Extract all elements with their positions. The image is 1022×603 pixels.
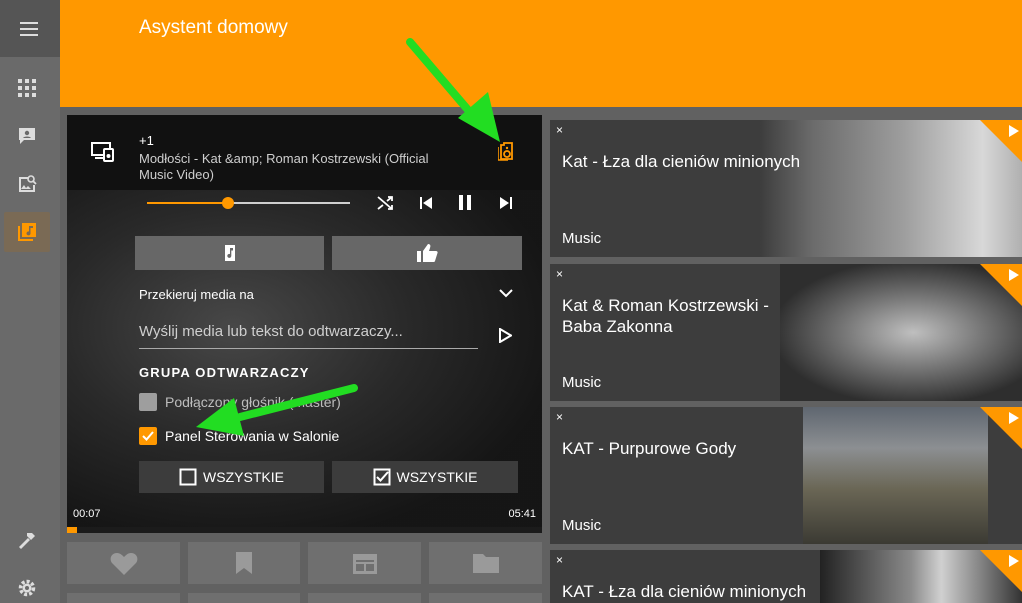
- media-tile-title: KAT - Łza dla cieniów minionych: [562, 582, 807, 601]
- media-player-card: +1 Modłości - Kat &amp; Roman Kostrzewsk…: [67, 115, 542, 533]
- select-all-button[interactable]: WSZYSTKIE: [332, 461, 518, 493]
- chevron-down-icon[interactable]: [499, 289, 513, 299]
- shuffle-icon[interactable]: [377, 195, 393, 211]
- apps-icon: [18, 79, 36, 97]
- sidebar-item-settings[interactable]: [4, 568, 50, 603]
- chat-icon: [19, 128, 35, 144]
- image-search-icon: [19, 175, 37, 192]
- group-checkbox-master[interactable]: [139, 393, 157, 411]
- bookmark-icon: [236, 552, 252, 574]
- page-title: Asystent domowy: [139, 17, 288, 38]
- media-tile[interactable]: × Kat & Roman Kostrzewski - Baba Zakonna…: [550, 264, 1022, 401]
- send-media-placeholder: Wyślij media lub tekst do odtwarzaczy...: [139, 323, 403, 340]
- sidebar-item-media-player[interactable]: [4, 212, 50, 252]
- checkmark-icon: [142, 431, 154, 441]
- app-header: Asystent domowy: [60, 0, 1022, 107]
- play-icon[interactable]: [1009, 269, 1019, 281]
- hammer-icon: [19, 533, 35, 549]
- deselect-all-label: WSZYSTKIE: [203, 469, 284, 485]
- volume-slider[interactable]: [147, 197, 350, 209]
- sidebar: [0, 0, 60, 603]
- media-tile-title: KAT - Purpurowe Gody: [562, 439, 737, 458]
- sidebar-item-chat[interactable]: [4, 116, 50, 156]
- menu-icon: [20, 21, 38, 36]
- thumbs-up-icon: [417, 244, 438, 262]
- sidebar-item-media-browser[interactable]: [4, 164, 50, 204]
- bookmarks-button[interactable]: [188, 542, 300, 584]
- music-library-icon: [18, 223, 36, 241]
- sidebar-menu-button[interactable]: [0, 0, 60, 57]
- group-item-label-salon: Panel Sterowania w Salonie: [165, 428, 340, 444]
- heart-icon: [110, 552, 137, 575]
- playback-progress-bar[interactable]: [67, 527, 542, 533]
- next-track-icon[interactable]: [499, 196, 513, 210]
- thumbs-up-button[interactable]: [332, 236, 522, 270]
- music-note-button[interactable]: [135, 236, 324, 270]
- group-checkbox-salon[interactable]: [139, 427, 157, 445]
- bottom-row-button-2[interactable]: [188, 593, 300, 603]
- group-item-label-master: Podłączony głośnik (master): [165, 394, 341, 410]
- send-icon[interactable]: [499, 328, 512, 343]
- sidebar-item-overview[interactable]: [4, 68, 50, 108]
- media-tile[interactable]: × KAT - Łza dla cieniów minionych: [550, 550, 1022, 603]
- speaker-group-icon[interactable]: [498, 142, 514, 161]
- media-tile[interactable]: × Kat - Łza dla cieniów minionych Music: [550, 120, 1022, 257]
- media-tile[interactable]: × KAT - Purpurowe Gody Music: [550, 407, 1022, 544]
- previous-track-icon[interactable]: [419, 196, 433, 210]
- folder-icon: [472, 554, 499, 573]
- remove-tile-button[interactable]: ×: [556, 410, 563, 424]
- time-elapsed: 00:07: [73, 508, 101, 520]
- media-tile-category: Music: [562, 374, 602, 391]
- bottom-row-button-4[interactable]: [429, 593, 542, 603]
- calendar-icon: [352, 554, 377, 574]
- favorites-button[interactable]: [67, 542, 180, 584]
- checkbox-blank-icon: [179, 468, 197, 486]
- queue-count: +1: [139, 133, 154, 148]
- select-all-label: WSZYSTKIE: [396, 469, 478, 485]
- send-media-field[interactable]: Wyślij media lub tekst do odtwarzaczy...: [139, 323, 478, 349]
- media-tile-category: Music: [562, 517, 602, 534]
- cast-device-icon[interactable]: [91, 142, 115, 162]
- folder-button[interactable]: [429, 542, 542, 584]
- music-note-icon: [224, 245, 235, 261]
- time-total: 05:41: [508, 508, 536, 520]
- play-icon[interactable]: [1009, 125, 1019, 137]
- track-title: Modłości - Kat &amp; Roman Kostrzewski (…: [139, 151, 429, 182]
- gear-icon: [18, 579, 36, 597]
- remove-tile-button[interactable]: ×: [556, 123, 563, 137]
- playback-progress-fill: [67, 527, 77, 533]
- media-tile-thumbnail: [803, 407, 988, 544]
- sidebar-item-developer-tools[interactable]: [4, 520, 50, 560]
- calendar-button[interactable]: [308, 542, 421, 584]
- remove-tile-button[interactable]: ×: [556, 553, 563, 567]
- play-icon[interactable]: [1009, 555, 1019, 567]
- media-tile-category: Music: [562, 230, 602, 247]
- media-tile-title: Kat & Roman Kostrzewski - Baba Zakonna: [562, 296, 769, 336]
- media-tile-title: Kat - Łza dla cieniów minionych: [562, 152, 801, 171]
- volume-slider-fill: [147, 202, 229, 204]
- play-icon[interactable]: [1009, 412, 1019, 424]
- group-heading: GRUPA ODTWARZACZY: [139, 365, 310, 380]
- bottom-row-button-3[interactable]: [308, 593, 421, 603]
- redirect-media-label: Przekieruj media na: [139, 287, 254, 302]
- deselect-all-button[interactable]: WSZYSTKIE: [139, 461, 324, 493]
- checkbox-checked-icon: [373, 468, 391, 486]
- bottom-row-button-1[interactable]: [67, 593, 180, 603]
- remove-tile-button[interactable]: ×: [556, 267, 563, 281]
- pause-icon[interactable]: [458, 195, 472, 210]
